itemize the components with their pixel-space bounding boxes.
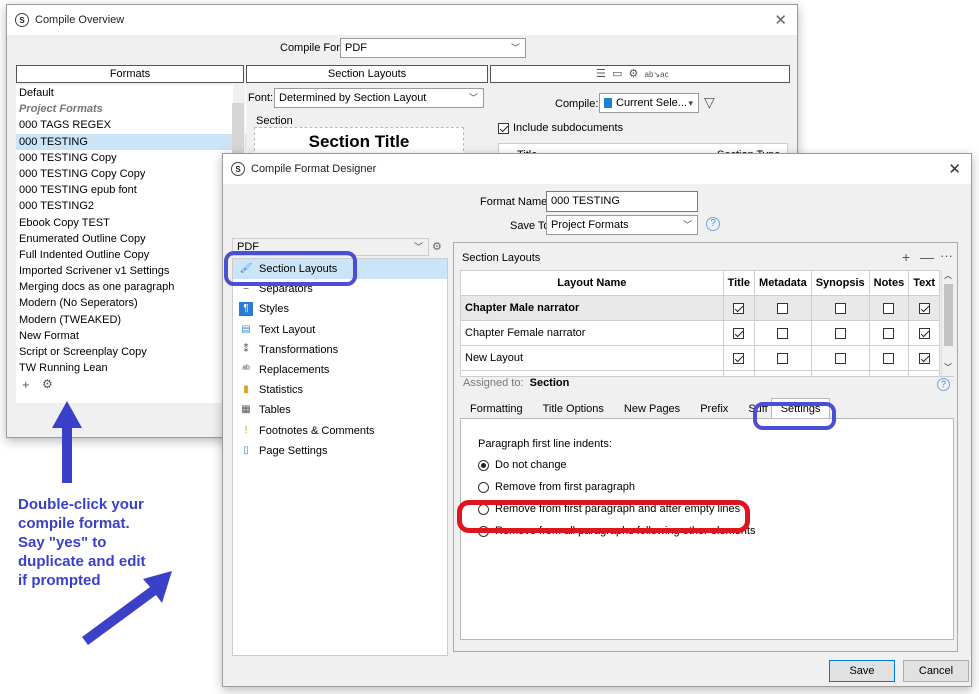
layout-option-checkbox[interactable]	[883, 327, 895, 339]
layout-option-checkbox[interactable]	[918, 327, 930, 339]
layouts-scrollbar[interactable]: ︿ ﹀	[941, 270, 954, 376]
layouts-table-wrap: Layout Name Title Metadata Synopsis Notes Tex…	[460, 270, 940, 376]
chevron-down-icon: ﹀	[413, 242, 423, 252]
section-layouts-panel: Section Layouts + — ··· Layout Name Title…	[453, 242, 958, 652]
layouts-table: Layout Name Title Metadata Synopsis Notes Tex…	[460, 270, 940, 376]
layout-option-checkbox[interactable]	[918, 302, 930, 314]
annotation-line: compile format.	[18, 515, 130, 532]
layout-option-checkbox[interactable]	[834, 302, 846, 314]
styles-icon: ¶	[239, 302, 253, 317]
annotation-line: Say "yes" to	[18, 534, 107, 551]
radio-button[interactable]	[478, 481, 489, 493]
paragraph-indent-label: Paragraph first line indents:	[478, 438, 612, 450]
sidebar-item-label: Styles	[259, 303, 289, 316]
annotation-line: if prompted	[18, 572, 101, 589]
col-header[interactable]: Layout Name	[460, 270, 724, 296]
more-options-icon[interactable]: ···	[940, 248, 953, 263]
table-row[interactable]: Chapter Male narrator	[460, 295, 940, 321]
save-to-select[interactable]: Project Formats ﹀	[546, 215, 698, 235]
sidebar-item-label: Tables	[259, 404, 291, 417]
sidebar-item-footnotes-comments[interactable]: ! Footnotes & Comments	[233, 421, 447, 441]
designer-title: Compile Format Designer	[251, 163, 377, 175]
layout-name-cell: New Layout	[460, 345, 724, 371]
format-name-input[interactable]: 000 TESTING	[546, 191, 698, 212]
chevron-down-icon: ﹀	[682, 220, 692, 230]
cancel-button[interactable]: Cancel	[903, 660, 969, 682]
sidebar-item-styles[interactable]: ¶ Styles	[233, 299, 447, 319]
assigned-to-value: Section	[529, 377, 570, 389]
section-layouts-title: Section Layouts	[462, 252, 541, 264]
designer-titlebar: S Compile Format Designer ✕	[223, 154, 971, 184]
tab-title-options[interactable]: Title Options	[533, 398, 614, 418]
stats-icon: ▮	[243, 384, 249, 396]
remove-after-empty-lines-highlight	[457, 500, 750, 533]
sidebar-item-label: Statistics	[259, 384, 304, 397]
col-header[interactable]: Notes	[868, 270, 910, 296]
annotation-line: Double-click your	[18, 496, 144, 513]
close-icon[interactable]: ✕	[948, 160, 961, 178]
annotation-text: Double-click your compile format. Say "yes…	[18, 495, 198, 590]
sidebar-item-page-settings[interactable]: ▯ Page Settings	[233, 441, 447, 461]
layout-option-checkbox[interactable]	[883, 352, 895, 364]
sidebar-item-text-layout[interactable]: ▤ Text Layout	[233, 320, 447, 340]
indent-option-radio[interactable]: Remove from first paragraph	[478, 476, 755, 498]
table-icon: ▦	[241, 404, 251, 416]
sidebar-item-label: Replacements	[259, 364, 330, 377]
help-icon[interactable]: ?	[937, 378, 950, 391]
col-header[interactable]: Metadata	[754, 270, 812, 296]
designer-sidebar: 🖌 Section Layouts ⎯ Separators ¶ Styles ▤ Text …	[232, 258, 448, 656]
layout-option-checkbox[interactable]	[777, 352, 789, 364]
layout-option-checkbox[interactable]	[733, 302, 745, 314]
radio-label: Do not change	[495, 459, 567, 471]
layout-option-checkbox[interactable]	[777, 302, 789, 314]
sidebar-item-transformations[interactable]: ⁑ Transformations	[233, 340, 447, 360]
sidebar-item-tables[interactable]: ▦ Tables	[233, 400, 447, 420]
text-layout-icon: ▤	[241, 323, 251, 335]
layout-name-cell: Chapter Male narrator	[460, 295, 724, 321]
layout-option-checkbox[interactable]	[733, 352, 745, 364]
assigned-to-label: Assigned to:	[463, 377, 524, 389]
remove-layout-icon[interactable]: —	[920, 249, 934, 265]
layout-option-checkbox[interactable]	[834, 327, 846, 339]
layout-option-checkbox[interactable]	[834, 352, 846, 364]
tab-prefix[interactable]: Prefix	[690, 398, 738, 418]
add-layout-icon[interactable]: +	[902, 249, 910, 265]
col-header[interactable]: Text	[908, 270, 940, 296]
annotation-line: duplicate and edit	[18, 553, 146, 570]
radio-button[interactable]	[478, 459, 489, 471]
settings-tab-highlight	[753, 402, 836, 430]
sidebar-item-label: Text Layout	[259, 323, 316, 336]
replace-icon: ᵃᵇ	[242, 364, 250, 376]
compile-format-designer-window: S Compile Format Designer ✕ Format Name:…	[222, 153, 972, 687]
layout-option-checkbox[interactable]	[733, 327, 745, 339]
layout-option-checkbox[interactable]	[777, 327, 789, 339]
table-row[interactable]: New Layout	[460, 345, 940, 371]
layout-option-checkbox[interactable]	[883, 302, 895, 314]
sidebar-item-label: Transformations	[259, 343, 339, 356]
sidebar-item-statistics[interactable]: ▮ Statistics	[233, 380, 447, 400]
save-button[interactable]: Save	[829, 660, 895, 682]
page-icon: ▯	[243, 444, 249, 456]
help-icon[interactable]: ?	[706, 217, 720, 231]
transform-icon: ⁑	[243, 343, 249, 355]
sidebar-item-label: Footnotes & Comments	[259, 424, 375, 437]
sidebar-item-label: Page Settings	[259, 444, 328, 457]
tab-new-pages[interactable]: New Pages	[614, 398, 690, 418]
table-row[interactable]: Chapter Female narrator	[460, 320, 940, 346]
layout-name-cell: Chapter Female narrator	[460, 320, 724, 346]
col-header[interactable]: Synopsis	[810, 270, 870, 296]
sidebar-item-replacements[interactable]: ᵃᵇ Replacements	[233, 360, 447, 380]
section-layouts-highlight	[224, 251, 357, 286]
up-arrow-icon	[52, 401, 82, 483]
assigned-to-bar: Assigned to: Section ?	[460, 376, 954, 392]
format-name-label: Format Name:	[480, 196, 551, 208]
footnote-icon: !	[244, 424, 248, 436]
output-format-gear-icon[interactable]: ⚙	[432, 240, 442, 253]
scrivener-logo-icon: S	[231, 162, 245, 176]
col-header[interactable]: Title	[722, 270, 756, 296]
indent-option-radio[interactable]: Do not change	[478, 454, 755, 476]
radio-label: Remove from first paragraph	[495, 481, 635, 493]
tab-formatting[interactable]: Formatting	[460, 398, 533, 418]
layout-option-checkbox[interactable]	[918, 352, 930, 364]
